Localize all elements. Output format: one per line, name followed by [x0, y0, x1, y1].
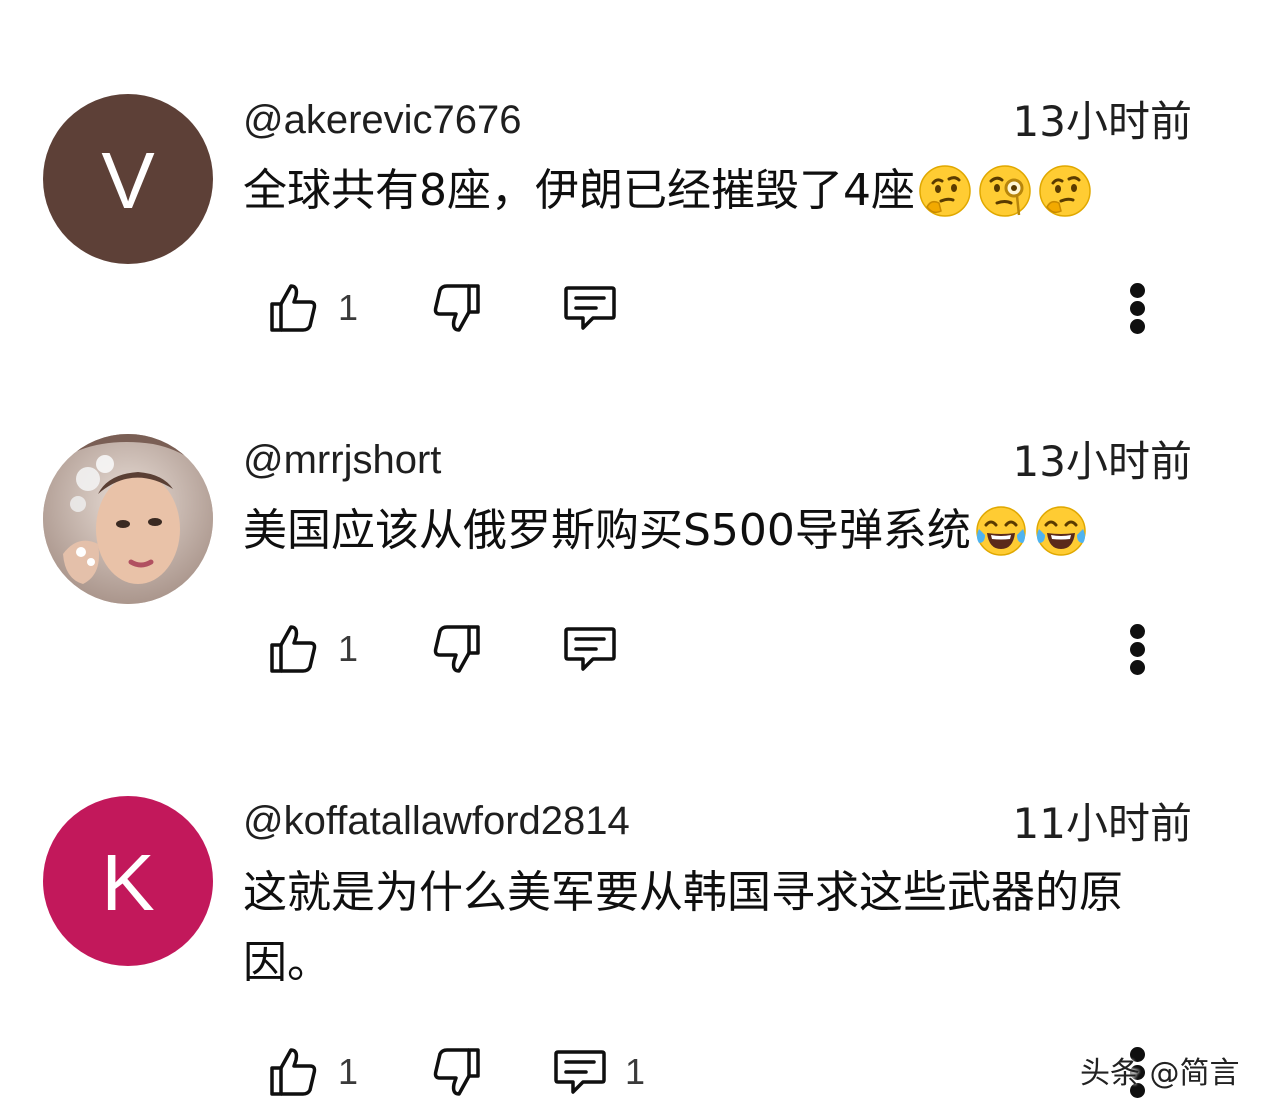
- dot: [1130, 642, 1145, 657]
- comment-actions: 1: [0, 619, 1280, 679]
- comment-emojis: [973, 503, 1089, 559]
- like-count: 1: [338, 628, 359, 669]
- more-options-button[interactable]: [1118, 619, 1158, 679]
- comment-text: 美国应该从俄罗斯购买S500导弹系统: [243, 496, 1203, 566]
- thinking-face-icon: [1039, 165, 1091, 217]
- like-count: 1: [338, 1051, 359, 1092]
- avatar[interactable]: V: [43, 94, 213, 264]
- comment-author[interactable]: @mrrjshort: [243, 440, 441, 480]
- comments-page: V @akerevic7676 13小时前 全球共有8座，伊朗已经摧毁了4座 1…: [0, 0, 1280, 1112]
- comment-author[interactable]: @koffatallawford2814: [243, 801, 630, 841]
- more-options-button[interactable]: [1118, 278, 1158, 338]
- comment-actions: 1: [0, 278, 1280, 338]
- dot: [1130, 319, 1145, 334]
- tears-of-joy-icon: [976, 506, 1026, 556]
- reply-button[interactable]: [563, 278, 617, 338]
- dot: [1130, 301, 1145, 316]
- reply-count: 1: [625, 1051, 646, 1092]
- dislike-button[interactable]: [430, 278, 482, 338]
- thumbs-down-icon: [433, 1048, 480, 1096]
- avatar-letter: V: [101, 136, 155, 225]
- comment-timestamp: 13小时前: [1012, 437, 1192, 486]
- thumbs-up-icon: [270, 625, 317, 673]
- tears-of-joy-icon: [1036, 506, 1086, 556]
- comment-text-body: 这就是为什么美军要从韩国寻求这些武器的原因。: [243, 867, 1123, 988]
- thumbs-down-icon: [433, 625, 480, 673]
- dislike-button[interactable]: [430, 619, 482, 679]
- like-button[interactable]: 1: [268, 278, 358, 338]
- like-count: 1: [338, 287, 359, 328]
- dot: [1130, 283, 1145, 298]
- replies-button[interactable]: 1: [553, 1042, 645, 1102]
- comment-icon: [564, 627, 616, 671]
- comment-text-body: 全球共有8座，伊朗已经摧毁了4座: [243, 165, 915, 216]
- avatar-photo: [43, 434, 213, 604]
- comment-icon: [554, 1050, 606, 1094]
- dislike-button[interactable]: [430, 1042, 482, 1102]
- dot: [1130, 660, 1145, 675]
- comment-author[interactable]: @akerevic7676: [243, 100, 522, 140]
- comment-icon: [564, 286, 616, 330]
- like-button[interactable]: 1: [268, 1042, 358, 1102]
- avatar[interactable]: [43, 434, 213, 604]
- dot: [1130, 624, 1145, 639]
- comment-text: 这就是为什么美军要从韩国寻求这些武器的原因。: [243, 858, 1193, 998]
- comment-text: 全球共有8座，伊朗已经摧毁了4座: [243, 156, 1203, 226]
- thinking-face-icon: [919, 165, 971, 217]
- reply-button[interactable]: [563, 619, 617, 679]
- comment-text-body: 美国应该从俄罗斯购买S500导弹系统: [243, 505, 971, 556]
- avatar-letter: K: [101, 838, 155, 927]
- face-with-monocle-icon: [979, 165, 1031, 217]
- watermark: 头条 @简言: [1080, 1056, 1240, 1091]
- thumbs-down-icon: [433, 284, 480, 332]
- thumbs-up-icon: [270, 1048, 317, 1096]
- comment-timestamp: 13小时前: [1012, 97, 1192, 146]
- comment-emojis: [917, 163, 1093, 219]
- like-button[interactable]: 1: [268, 619, 358, 679]
- thumbs-up-icon: [270, 284, 317, 332]
- comment-timestamp: 11小时前: [1012, 799, 1192, 848]
- avatar[interactable]: K: [43, 796, 213, 966]
